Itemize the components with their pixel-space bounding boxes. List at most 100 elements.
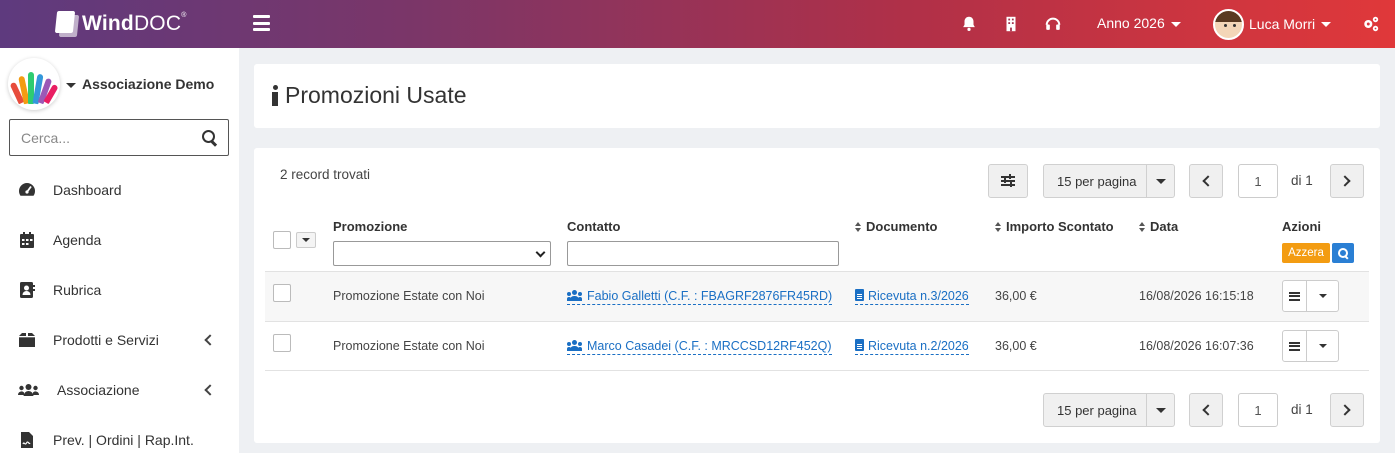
row-actions-dropdown[interactable] [1307, 330, 1339, 362]
cell-promozione: Promozione Estate con Noi [333, 289, 485, 303]
promotions-list: 2 record trovati 15 per pagina di 1 Prom… [254, 148, 1380, 443]
page-number-input[interactable] [1238, 393, 1278, 427]
bulk-select-dropdown[interactable] [296, 232, 316, 248]
page-header: Promozioni Usate [254, 64, 1380, 128]
search-input[interactable] [10, 120, 202, 155]
per-page-select[interactable]: 15 per pagina [1043, 164, 1147, 198]
chevron-down-icon [1321, 21, 1332, 27]
building-icon[interactable] [1002, 14, 1020, 34]
cell-importo: 36,00 € [995, 289, 1037, 303]
chevron-down-icon [535, 247, 546, 258]
column-header-importo[interactable]: Importo Scontato [995, 219, 1114, 234]
row-actions [1282, 330, 1339, 362]
chevron-down-icon [1170, 21, 1181, 27]
per-page-dropdown[interactable] [1147, 164, 1175, 198]
users-icon [567, 290, 583, 301]
prev-page-button[interactable] [1189, 393, 1223, 427]
chevron-left-icon [204, 384, 216, 396]
cell-importo: 36,00 € [995, 339, 1037, 353]
sort-icon [855, 222, 862, 232]
sidebar-item-preventivi-ordini[interactable]: Prev. | Ordini | Rap.Int. [0, 415, 239, 453]
contatto-filter-input[interactable] [567, 241, 839, 266]
caret-down-icon [1155, 178, 1166, 184]
column-header-data[interactable]: Data [1139, 219, 1178, 234]
logo-mark-icon [54, 11, 80, 37]
users-icon [17, 384, 40, 396]
cell-documento[interactable]: Ricevuta n.3/2026 [855, 289, 969, 305]
cell-documento[interactable]: Ricevuta n.2/2026 [855, 339, 969, 355]
address-book-icon [20, 282, 35, 298]
calendar-icon [20, 232, 34, 248]
column-header-contatto: Contatto [567, 219, 621, 234]
column-header-promozione: Promozione [333, 219, 408, 234]
gears-icon[interactable] [1362, 14, 1380, 34]
row-menu-button[interactable] [1282, 330, 1307, 362]
chevron-left-icon [204, 334, 216, 346]
next-page-button[interactable] [1330, 393, 1364, 427]
search-icon[interactable] [202, 129, 215, 146]
caret-down-icon [1318, 344, 1327, 348]
table-row: Promozione Estate con Noi Fabio Galletti… [265, 271, 1369, 321]
cell-data: 16/08/2026 16:15:18 [1139, 289, 1254, 303]
top-bar: WindDOC® Anno 2026 Luca Morri [0, 0, 1395, 48]
row-actions [1282, 280, 1339, 312]
sidebar-item-prodotti-servizi[interactable]: Prodotti e Servizi [0, 315, 239, 365]
cell-contatto[interactable]: Fabio Galletti (C.F. : FBAGRF2876FR45RD) [567, 289, 833, 305]
row-actions-dropdown[interactable] [1307, 280, 1339, 312]
page-total: di 1 [1291, 173, 1313, 188]
column-header-documento[interactable]: Documento [855, 219, 938, 234]
tachometer-icon [19, 183, 35, 196]
info-icon [270, 84, 280, 108]
file-signature-icon [21, 432, 33, 448]
sliders-icon [1001, 174, 1015, 187]
file-icon [855, 289, 864, 301]
sidebar-item-agenda[interactable]: Agenda [0, 215, 239, 265]
per-page-select-top: 15 per pagina [1043, 164, 1175, 198]
headset-icon[interactable] [1044, 14, 1062, 34]
page-title: Promozioni Usate [270, 82, 467, 109]
reset-filters-button[interactable]: Azzera [1282, 243, 1330, 263]
select-all-checkbox[interactable] [273, 231, 291, 249]
records-count: 2 record trovati [280, 167, 371, 182]
chevron-left-icon [1202, 404, 1214, 416]
per-page-select[interactable]: 15 per pagina [1043, 393, 1147, 427]
page-number-input[interactable] [1238, 164, 1278, 198]
row-checkbox[interactable] [273, 284, 291, 302]
caret-down-icon [302, 238, 310, 242]
row-menu-button[interactable] [1282, 280, 1307, 312]
organization-switcher[interactable]: Associazione Demo [8, 58, 214, 110]
cell-contatto[interactable]: Marco Casadei (C.F. : MRCCSD12RF452Q) [567, 339, 832, 355]
page-total: di 1 [1291, 402, 1313, 417]
per-page-select-bottom: 15 per pagina [1043, 393, 1175, 427]
year-selector[interactable]: Anno 2026 [1097, 15, 1181, 31]
sort-icon [995, 222, 1002, 232]
menu-icon[interactable] [253, 15, 270, 31]
bell-icon[interactable] [960, 14, 978, 34]
promozione-filter-select[interactable] [333, 241, 551, 266]
logo-text: WindDOC® [82, 12, 187, 35]
app-logo[interactable]: WindDOC® [54, 8, 187, 40]
search-icon [1337, 247, 1349, 259]
sidebar-search [9, 119, 229, 156]
bars-icon [1289, 341, 1300, 351]
per-page-dropdown[interactable] [1147, 393, 1175, 427]
sidebar-item-rubrica[interactable]: Rubrica [0, 265, 239, 315]
prev-page-button[interactable] [1189, 164, 1223, 198]
box-icon [19, 333, 35, 347]
caret-down-icon [66, 82, 76, 88]
column-header-azioni: Azioni [1282, 219, 1321, 234]
next-page-button[interactable] [1330, 164, 1364, 198]
apply-filters-button[interactable] [1332, 243, 1354, 263]
chevron-right-icon [1339, 175, 1351, 187]
sidebar-item-dashboard[interactable]: Dashboard [0, 165, 239, 215]
user-menu[interactable]: Luca Morri [1213, 8, 1332, 40]
column-settings-button[interactable] [988, 164, 1028, 198]
bars-icon [1289, 291, 1300, 301]
organization-logo [8, 58, 60, 110]
row-checkbox[interactable] [273, 334, 291, 352]
file-icon [855, 339, 864, 351]
cell-data: 16/08/2026 16:07:36 [1139, 339, 1254, 353]
sidebar-item-associazione[interactable]: Associazione [0, 365, 239, 415]
organization-name: Associazione Demo [82, 76, 215, 92]
avatar [1213, 8, 1244, 40]
